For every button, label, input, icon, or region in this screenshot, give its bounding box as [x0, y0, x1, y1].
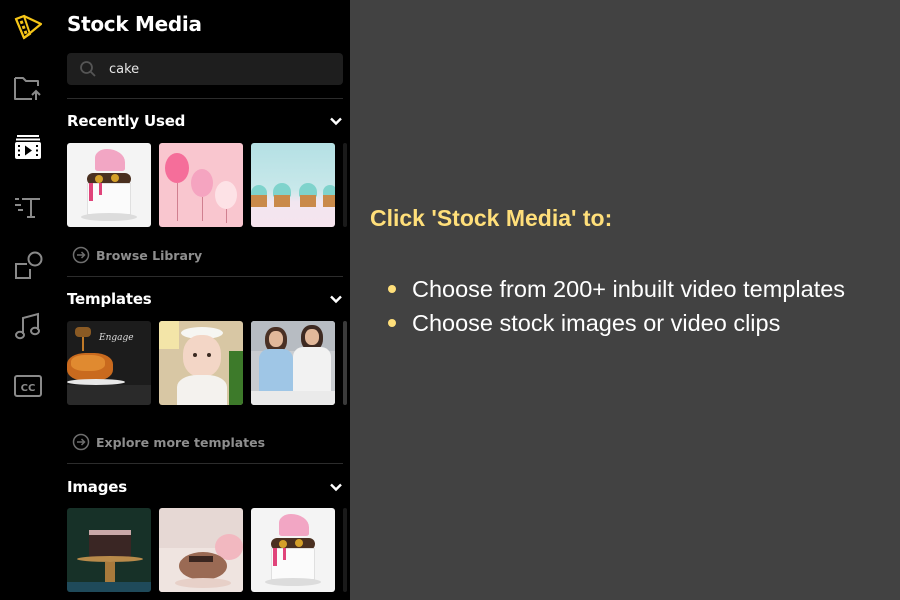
chevron-down-icon	[330, 483, 342, 492]
search-icon	[80, 61, 96, 77]
thumbnail-partial[interactable]	[343, 508, 347, 592]
templates-thumbnails: Engage	[67, 321, 350, 405]
recently-used-thumbnails	[67, 143, 350, 227]
thumbnail[interactable]	[67, 143, 151, 227]
folder-upload-icon	[14, 77, 41, 100]
divider	[67, 98, 343, 99]
thumbnail[interactable]	[159, 508, 243, 592]
thumbnail[interactable]	[251, 508, 335, 592]
rail-item-text[interactable]	[10, 188, 46, 224]
chevron-down-icon	[330, 295, 342, 304]
search-box[interactable]	[67, 53, 343, 85]
section-title: Templates	[67, 290, 152, 308]
thumbnail[interactable]: Engage	[67, 321, 151, 405]
svg-text:CC: CC	[21, 383, 36, 394]
callout-title: Click 'Stock Media' to:	[370, 205, 613, 231]
thumbnail-partial[interactable]	[343, 143, 347, 227]
callout: Click 'Stock Media' to:	[370, 205, 612, 232]
arrow-circle-right-icon	[72, 433, 90, 451]
rail-item-stock-media[interactable]	[10, 130, 46, 166]
rail-item-music[interactable]	[10, 308, 46, 344]
panel-title: Stock Media	[67, 12, 202, 36]
images-thumbnails	[67, 508, 350, 592]
film-cone-logo-icon	[14, 14, 43, 40]
thumbnail[interactable]	[251, 321, 335, 405]
thumbnail[interactable]	[251, 143, 335, 227]
section-header-images[interactable]: Images	[67, 475, 343, 499]
thumbnail[interactable]	[159, 143, 243, 227]
rail-item-elements[interactable]	[10, 248, 46, 284]
thumbnail[interactable]	[67, 508, 151, 592]
callout-bullets: Choose from 200+ inbuilt video templates…	[388, 272, 845, 340]
bullet-item: Choose from 200+ inbuilt video templates	[388, 272, 845, 306]
chevron-down-icon	[330, 117, 342, 126]
stock-media-icon	[15, 135, 41, 159]
browse-library-link[interactable]: Browse Library	[72, 246, 202, 264]
bullet-dot-icon	[388, 319, 396, 327]
bullet-text: Choose stock images or video clips	[412, 310, 781, 336]
thumbnail-partial[interactable]	[343, 321, 347, 405]
bullet-text: Choose from 200+ inbuilt video templates	[412, 276, 846, 302]
link-label: Browse Library	[96, 247, 203, 263]
section-title: Images	[67, 478, 127, 496]
search-input[interactable]	[109, 53, 329, 85]
divider	[67, 463, 343, 464]
section-header-recently-used[interactable]: Recently Used	[67, 109, 343, 133]
stock-media-panel: Stock Media Recently Used	[55, 0, 350, 600]
icon-rail: CC	[0, 0, 55, 600]
link-label: Explore more templates	[96, 434, 266, 450]
bullet-dot-icon	[388, 285, 396, 293]
closed-captions-icon: CC	[14, 375, 42, 397]
bullet-item: Choose stock images or video clips	[388, 306, 845, 340]
rail-item-captions[interactable]: CC	[10, 368, 46, 404]
app-logo[interactable]	[10, 10, 46, 46]
section-header-templates[interactable]: Templates	[67, 287, 343, 311]
divider	[67, 276, 343, 277]
arrow-circle-right-icon	[72, 246, 90, 264]
music-note-icon	[15, 312, 40, 340]
shapes-icon	[15, 251, 43, 279]
explore-templates-link[interactable]: Explore more templates	[72, 433, 265, 451]
text-icon	[15, 198, 40, 218]
thumbnail[interactable]	[159, 321, 243, 405]
section-title: Recently Used	[67, 112, 186, 130]
rail-item-upload[interactable]	[10, 70, 46, 106]
